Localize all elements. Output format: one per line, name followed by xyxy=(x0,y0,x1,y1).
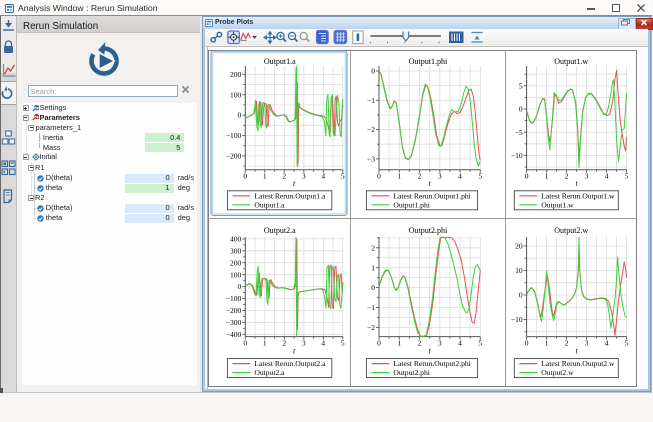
svg-text:Output2.phi: Output2.phi xyxy=(409,226,448,235)
svg-text:−10: −10 xyxy=(511,151,523,160)
svg-text:1: 1 xyxy=(371,263,375,272)
svg-text:Latest Rerun.Output2.phi: Latest Rerun.Output2.phi xyxy=(393,359,470,368)
svg-text:Output2.w: Output2.w xyxy=(541,368,574,377)
svg-text:0: 0 xyxy=(377,171,381,180)
svg-text:Latest Rerun.Output1.a: Latest Rerun.Output1.a xyxy=(254,191,326,200)
svg-text:−400: −400 xyxy=(226,330,242,339)
svg-text:Latest Rerun.Output2.w: Latest Rerun.Output2.w xyxy=(541,359,615,368)
svg-text:0: 0 xyxy=(519,105,523,114)
svg-text:2: 2 xyxy=(565,171,569,180)
svg-text:2: 2 xyxy=(565,338,569,347)
svg-text:1: 1 xyxy=(545,338,549,347)
svg-text:5: 5 xyxy=(519,81,523,90)
svg-text:−10: −10 xyxy=(511,315,523,324)
svg-text:5: 5 xyxy=(625,338,629,347)
svg-text:t: t xyxy=(575,346,578,355)
svg-text:t: t xyxy=(575,179,578,188)
svg-text:−3: −3 xyxy=(367,155,375,164)
svg-text:20: 20 xyxy=(515,242,523,251)
svg-text:5: 5 xyxy=(478,171,482,180)
svg-text:0: 0 xyxy=(519,291,523,300)
svg-text:t: t xyxy=(429,346,432,355)
svg-text:Latest Rerun.Output1.phi: Latest Rerun.Output1.phi xyxy=(393,191,470,200)
svg-text:200: 200 xyxy=(230,70,242,79)
svg-text:−2: −2 xyxy=(367,125,375,134)
svg-text:2: 2 xyxy=(418,171,422,180)
svg-text:0: 0 xyxy=(371,67,375,76)
svg-text:1: 1 xyxy=(397,338,401,347)
svg-text:2: 2 xyxy=(418,338,422,347)
svg-text:Output2.phi: Output2.phi xyxy=(393,368,430,377)
svg-text:5: 5 xyxy=(341,171,345,180)
svg-text:Output2.a: Output2.a xyxy=(264,226,296,235)
svg-text:100: 100 xyxy=(230,270,242,279)
svg-text:4: 4 xyxy=(458,171,462,180)
svg-text:4: 4 xyxy=(605,338,609,347)
svg-text:3: 3 xyxy=(585,338,589,347)
svg-text:0: 0 xyxy=(243,338,247,347)
svg-text:4: 4 xyxy=(458,338,462,347)
svg-text:−1: −1 xyxy=(367,96,375,105)
svg-text:1: 1 xyxy=(263,171,267,180)
svg-text:Output1.a: Output1.a xyxy=(264,57,296,66)
svg-text:5: 5 xyxy=(625,171,629,180)
svg-text:−200: −200 xyxy=(226,306,242,315)
svg-text:t: t xyxy=(429,179,432,188)
svg-text:3: 3 xyxy=(585,171,589,180)
svg-text:−5: −5 xyxy=(515,128,523,137)
svg-text:Latest Rerun.Output2.a: Latest Rerun.Output2.a xyxy=(254,359,326,368)
svg-text:4: 4 xyxy=(321,338,325,347)
svg-text:1: 1 xyxy=(397,171,401,180)
svg-text:t: t xyxy=(293,179,296,188)
svg-text:Output2.w: Output2.w xyxy=(554,226,588,235)
svg-text:0: 0 xyxy=(238,111,242,120)
svg-text:2: 2 xyxy=(282,338,286,347)
svg-text:2: 2 xyxy=(371,243,375,252)
svg-text:Output1.phi: Output1.phi xyxy=(409,57,448,66)
svg-text:200: 200 xyxy=(230,258,242,267)
svg-text:3: 3 xyxy=(302,338,306,347)
svg-text:0: 0 xyxy=(525,338,529,347)
svg-text:0: 0 xyxy=(377,338,381,347)
svg-text:Output1.w: Output1.w xyxy=(554,57,588,66)
svg-text:2: 2 xyxy=(282,171,286,180)
svg-text:3: 3 xyxy=(302,171,306,180)
svg-text:−100: −100 xyxy=(226,294,242,303)
svg-text:Output2.a: Output2.a xyxy=(254,368,285,377)
svg-text:4: 4 xyxy=(605,171,609,180)
svg-text:−300: −300 xyxy=(226,318,242,327)
svg-text:1: 1 xyxy=(263,338,267,347)
svg-text:0: 0 xyxy=(525,171,529,180)
svg-text:−100: −100 xyxy=(226,131,242,140)
svg-text:−200: −200 xyxy=(226,152,242,161)
svg-text:300: 300 xyxy=(230,246,242,255)
svg-text:10: 10 xyxy=(515,266,523,275)
svg-text:1: 1 xyxy=(545,171,549,180)
svg-text:Latest Rerun.Output1.w: Latest Rerun.Output1.w xyxy=(541,191,615,200)
svg-text:5: 5 xyxy=(341,338,345,347)
svg-text:0: 0 xyxy=(371,283,375,292)
svg-text:3: 3 xyxy=(438,338,442,347)
svg-text:3: 3 xyxy=(438,171,442,180)
svg-text:Output1.phi: Output1.phi xyxy=(393,200,430,209)
svg-text:4: 4 xyxy=(321,171,325,180)
svg-text:Output1.w: Output1.w xyxy=(541,200,574,209)
svg-text:t: t xyxy=(293,346,296,355)
svg-text:−1: −1 xyxy=(367,303,375,312)
svg-text:400: 400 xyxy=(230,235,242,244)
svg-text:100: 100 xyxy=(230,90,242,99)
svg-text:0: 0 xyxy=(238,282,242,291)
svg-text:0: 0 xyxy=(243,171,247,180)
svg-text:Output1.a: Output1.a xyxy=(254,200,285,209)
svg-text:5: 5 xyxy=(478,338,482,347)
svg-text:−2: −2 xyxy=(367,323,375,332)
